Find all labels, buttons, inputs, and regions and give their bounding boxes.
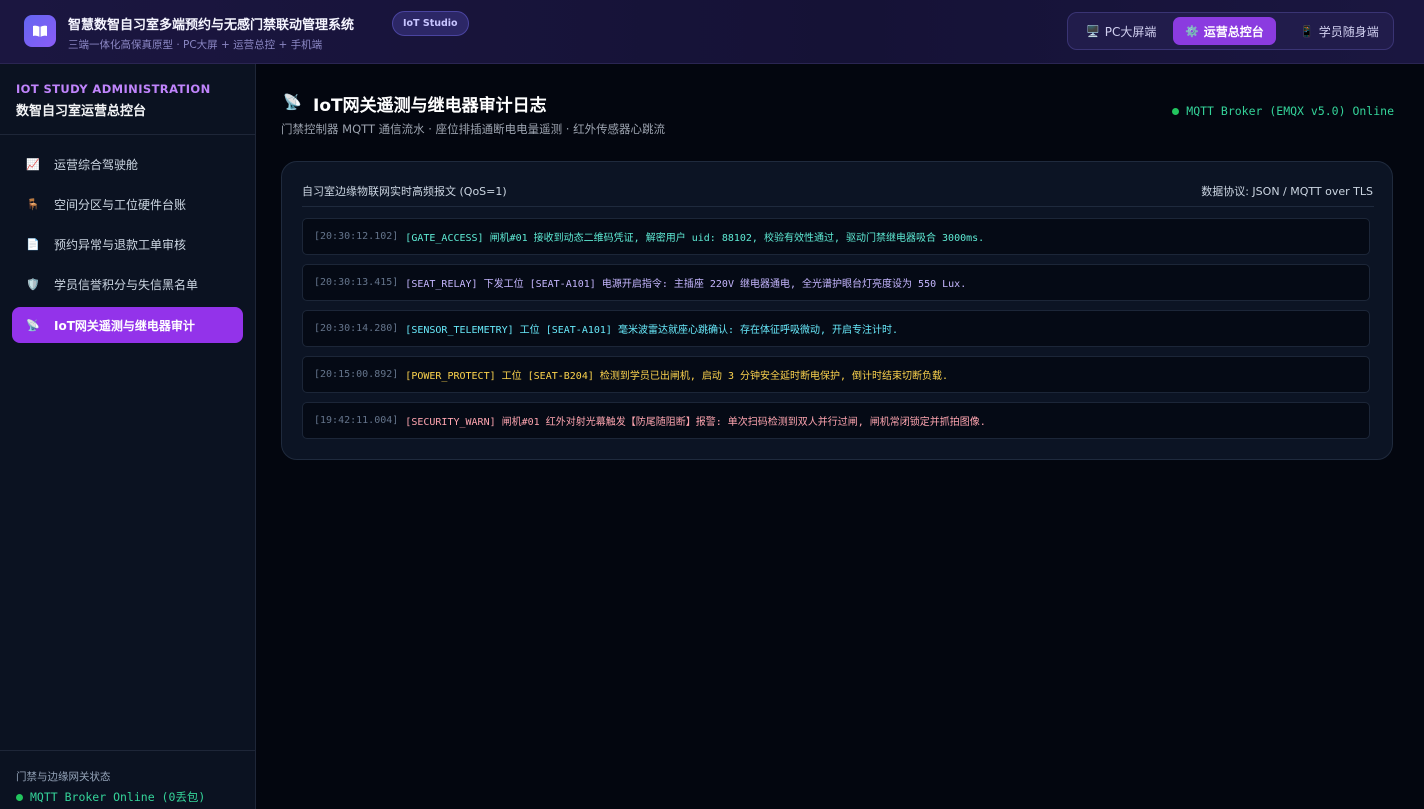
sidebar-item-label: 学员信誉积分与失信黑名单: [54, 277, 199, 292]
log-message: [POWER_PROTECT] 工位 [SEAT-B204] 检测到学员已出闸机…: [405, 371, 949, 382]
app-title: 智慧数智自习室多端预约与无感门禁联动管理系统: [68, 18, 355, 33]
log-entry: [19:42:11.004] [SECURITY_WARN] 闸机#01 红外对…: [302, 402, 1370, 439]
panel-title: 自习室边缘物联网实时高频报文 (QoS=1): [302, 185, 507, 198]
status-dot-icon: [1172, 107, 1180, 115]
tab-label: 学员随身端: [1318, 24, 1379, 39]
page-subtitle: 门禁控制器 MQTT 通信流水 · 座位排插通断电电量遥测 · 红外传感器心跳流: [281, 122, 666, 136]
tab-pc-screen[interactable]: 🖥️ PC大屏端: [1082, 17, 1160, 45]
desk-icon: 🪑: [26, 197, 40, 211]
phone-icon: 📱: [1300, 24, 1314, 38]
gear-icon: ⚙️: [1185, 24, 1199, 38]
chart-icon: 📈: [26, 157, 40, 171]
log-timestamp: [20:15:00.892]: [314, 369, 399, 380]
satellite-icon: 📡: [283, 93, 302, 111]
log-timestamp: [20:30:14.280]: [314, 323, 399, 334]
book-icon[interactable]: [24, 15, 56, 47]
gateway-status-label: 门禁与边缘网关状态: [16, 771, 111, 783]
shield-icon: 🛡️: [26, 277, 40, 291]
divider: [0, 134, 255, 135]
gateway-status-text: MQTT Broker Online (0丢包): [30, 790, 206, 804]
log-entry: [20:30:14.280] [SENSOR_TELEMETRY] 工位 [SE…: [302, 310, 1370, 347]
tab-label: PC大屏端: [1104, 24, 1157, 39]
app-subtitle: 三端一体化高保真原型 · PC大屏 + 运营总控 + 手机端: [68, 39, 323, 51]
studio-badge: IoT Studio: [392, 11, 469, 36]
divider: [0, 750, 255, 751]
sidebar-item-label: 空间分区与工位硬件台账: [54, 197, 187, 212]
sidebar-eyebrow: IOT STUDY ADMINISTRATION: [16, 82, 211, 96]
log-entry: [20:30:13.415] [SEAT_RELAY] 下发工位 [SEAT-A…: [302, 264, 1370, 301]
status-dot-icon: [16, 793, 23, 801]
tab-label: 运营总控台: [1203, 24, 1264, 39]
protocol-label: 数据协议: JSON / MQTT over TLS: [1201, 185, 1373, 198]
log-entry: [20:30:12.102] [GATE_ACCESS] 闸机#01 接收到动态…: [302, 218, 1370, 255]
sidebar-item-dashboard[interactable]: 📈 运营综合驾驶舱: [12, 146, 243, 182]
sidebar-item-label: 预约异常与退款工单审核: [54, 237, 187, 252]
sidebar-item-refund-review[interactable]: 📄 预约异常与退款工单审核: [12, 226, 243, 262]
monitor-icon: 🖥️: [1086, 24, 1100, 38]
log-timestamp: [19:42:11.004]: [314, 415, 399, 426]
sidebar-item-credit-blacklist[interactable]: 🛡️ 学员信誉积分与失信黑名单: [12, 266, 243, 302]
log-message: [SECURITY_WARN] 闸机#01 红外对射光幕触发【防尾随阻断】报警:…: [405, 417, 986, 428]
sidebar-item-iot-audit[interactable]: 📡 IoT网关遥测与继电器审计: [12, 307, 243, 343]
document-icon: 📄: [26, 237, 40, 251]
sidebar-item-label: 运营综合驾驶舱: [54, 157, 139, 172]
divider: [302, 206, 1374, 207]
top-header: 智慧数智自习室多端预约与无感门禁联动管理系统 三端一体化高保真原型 · PC大屏…: [0, 0, 1424, 64]
tab-operations-console[interactable]: ⚙️ 运营总控台: [1173, 17, 1276, 45]
sidebar-item-label: IoT网关遥测与继电器审计: [54, 318, 195, 333]
sidebar: IOT STUDY ADMINISTRATION 数智自习室运营总控台 📈 运营…: [0, 64, 256, 809]
satellite-icon: 📡: [26, 318, 40, 332]
log-message: [GATE_ACCESS] 闸机#01 接收到动态二维码凭证, 解密用户 uid…: [405, 233, 985, 244]
gateway-status: MQTT Broker Online (0丢包): [16, 789, 205, 805]
sidebar-item-space-hardware[interactable]: 🪑 空间分区与工位硬件台账: [12, 186, 243, 222]
page-title: IoT网关遥测与继电器审计日志: [313, 96, 547, 116]
log-timestamp: [20:30:12.102]: [314, 231, 399, 242]
sidebar-title: 数智自习室运营总控台: [16, 104, 147, 119]
log-entry: [20:15:00.892] [POWER_PROTECT] 工位 [SEAT-…: [302, 356, 1370, 393]
telemetry-log-panel: 自习室边缘物联网实时高频报文 (QoS=1) 数据协议: JSON / MQTT…: [281, 161, 1393, 460]
broker-status: MQTT Broker (EMQX v5.0) Online: [1172, 104, 1394, 118]
broker-status-text: MQTT Broker (EMQX v5.0) Online: [1186, 104, 1394, 118]
view-switcher: 🖥️ PC大屏端 ⚙️ 运营总控台 📱 学员随身端: [1067, 12, 1394, 50]
tab-student-mobile[interactable]: 📱 学员随身端: [1296, 17, 1383, 45]
log-message: [SENSOR_TELEMETRY] 工位 [SEAT-A101] 毫米波雷达就…: [405, 325, 899, 336]
log-timestamp: [20:30:13.415]: [314, 277, 399, 288]
log-message: [SEAT_RELAY] 下发工位 [SEAT-A101] 电源开启指令: 主插…: [405, 279, 967, 290]
